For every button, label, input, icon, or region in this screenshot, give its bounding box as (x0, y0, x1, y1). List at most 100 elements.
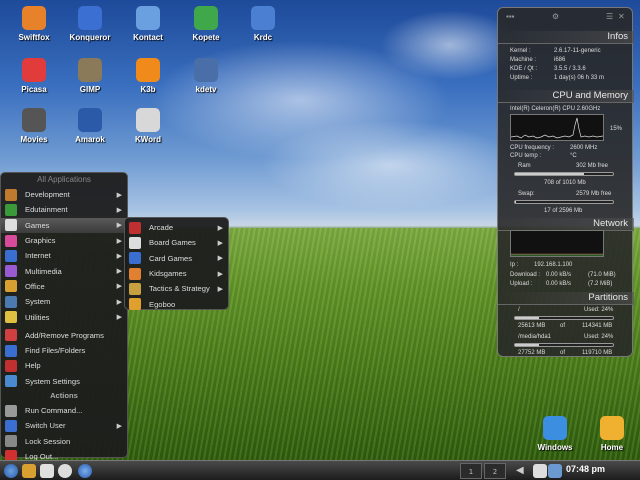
desktop-icon-picasa[interactable]: Picasa (4, 58, 64, 94)
submenu-arrow-icon: ▶ (116, 422, 122, 430)
start-menu: All Applications Development ▶ Edutainment… (0, 172, 128, 463)
kopete-icon (194, 6, 218, 30)
menu-item-label: Find Files/Folders (25, 346, 86, 356)
widget-close-icon[interactable]: ✕ (618, 12, 625, 21)
menu-item-edutainment[interactable]: Edutainment ▶ (1, 202, 127, 217)
menu-item-run-command[interactable]: Run Command... (1, 403, 127, 418)
kmenu-icon[interactable] (4, 464, 18, 478)
menu-item-internet[interactable]: Internet ▶ (1, 248, 127, 263)
menu-item-lock-session[interactable]: Lock Session (1, 433, 127, 448)
menu-item-system[interactable]: System ▶ (1, 294, 127, 309)
desktop-icon-label: Swiftfox (18, 33, 50, 42)
system-settings-icon (5, 375, 17, 388)
desktop-icon-label: kdetv (195, 85, 217, 94)
show-desktop-icon[interactable] (22, 464, 36, 478)
info-key: Uptime : (510, 75, 533, 81)
menu-item-kidsgames[interactable]: Kidsgames ▶ (125, 266, 228, 281)
ram-bar (514, 172, 614, 176)
desktop-icon-gimp[interactable]: GIMP (60, 58, 120, 94)
menu-item-utilities[interactable]: Utilities ▶ (1, 309, 127, 324)
menu-item-development[interactable]: Development ▶ (1, 187, 127, 202)
help-icon (5, 359, 17, 372)
desktop-icon-label: K3b (140, 85, 156, 94)
kidsgames-icon (129, 267, 141, 280)
menu-item-label: Multimedia (25, 266, 62, 276)
menu-item-multimedia[interactable]: Multimedia ▶ (1, 263, 127, 278)
terminal-icon[interactable] (58, 464, 72, 478)
k3b-icon (136, 58, 160, 82)
picasa-icon (22, 58, 46, 82)
menu-item-system-settings[interactable]: System Settings (1, 374, 127, 389)
desktop-icon-movies[interactable]: Movies (4, 108, 64, 144)
menu-item-add-remove-programs[interactable]: Add/Remove Programs (1, 328, 127, 343)
desktop-icon-kontact[interactable]: Kontact (118, 6, 178, 42)
menu-item-egoboo[interactable]: Egoboo (125, 296, 228, 311)
upload-value: 0.00 kB/s (546, 281, 572, 287)
info-key: Kernel : (510, 48, 531, 54)
desktop-icon-konqueror[interactable]: Konqueror (60, 6, 120, 42)
clock[interactable]: 07:48 pm (566, 464, 605, 474)
info-value: i686 (554, 57, 566, 63)
submenu-arrow-icon: ▶ (116, 237, 122, 245)
network-tray-icon[interactable] (548, 464, 562, 478)
widget-config-icon[interactable]: ☰ (606, 12, 613, 21)
games-submenu: Arcade ▶ Board Games ▶ Card Games ▶ Kidsgames ▶… (124, 217, 229, 311)
menu-item-label: Card Games (149, 253, 193, 263)
search-icon[interactable] (78, 464, 92, 478)
menu-item-label: Games (25, 220, 50, 230)
movies-icon (22, 108, 46, 132)
desktop-icon-amarok[interactable]: Amarok (60, 108, 120, 144)
collapse-tray-icon[interactable]: ◀ (516, 464, 524, 478)
desktop-icon-label: Krdc (253, 33, 273, 42)
menu-item-card-games[interactable]: Card Games ▶ (125, 251, 228, 266)
desktop-icon-swiftfox[interactable]: Swiftfox (4, 6, 64, 42)
clipboard-icon[interactable] (533, 464, 547, 478)
home-folder-icon[interactable] (40, 464, 54, 478)
partition-of: of (560, 350, 566, 356)
desktop-icon-label: Kontact (133, 33, 163, 42)
desktop-icon-label: Kopete (192, 33, 220, 42)
konqueror-icon (78, 6, 102, 30)
cpu-graph-line (510, 117, 604, 139)
desktop-icon-windows[interactable]: Windows (525, 416, 585, 452)
desktop-icon-k3b[interactable]: K3b (118, 58, 178, 94)
desktop-icon-krdc[interactable]: Krdc (233, 6, 293, 42)
menu-item-label: Run Command... (25, 406, 83, 415)
menu-item-board-games[interactable]: Board Games ▶ (125, 235, 228, 250)
desktop-icon-kopete[interactable]: Kopete (176, 6, 236, 42)
board-games-icon (129, 236, 141, 249)
folder-icon (543, 416, 567, 440)
partition-used: Used: 24% (584, 334, 614, 340)
desktop-icon-home[interactable]: Home (582, 416, 640, 452)
network-graph-line (511, 253, 603, 256)
widget-settings-icon[interactable]: ⚙ (552, 12, 559, 21)
widget-grip-icon[interactable]: ▪▪▪ (506, 12, 515, 21)
submenu-arrow-icon: ▶ (116, 268, 122, 276)
menu-item-office[interactable]: Office ▶ (1, 279, 127, 294)
submenu-arrow-icon: ▶ (217, 270, 223, 278)
ram-label: Ram (518, 163, 531, 169)
menu-item-find-files-folders[interactable]: Find Files/Folders (1, 343, 127, 358)
menu-item-label: Board Games (149, 238, 196, 248)
run-command-icon (5, 404, 17, 417)
menu-item-help[interactable]: Help (1, 358, 127, 373)
partition-size-used: 25613 MB (518, 323, 546, 329)
games-icon (5, 219, 17, 232)
menu-item-graphics[interactable]: Graphics ▶ (1, 233, 127, 248)
partition-bar (514, 343, 614, 347)
menu-item-switch-user[interactable]: Switch User ▶ (1, 418, 127, 433)
swap-label: Swap: (518, 191, 535, 197)
menu-item-arcade[interactable]: Arcade ▶ (125, 220, 228, 235)
desktop-pager-1[interactable]: 1 (460, 463, 482, 479)
download-total: (71.0 MiB) (588, 272, 616, 278)
partition-mount: /media/hda1 (518, 334, 552, 340)
find-files-folders-icon (5, 344, 17, 357)
desktop-icon-kdetv[interactable]: kdetv (176, 58, 236, 94)
menu-item-tactics-strategy[interactable]: Tactics & Strategy ▶ (125, 281, 228, 296)
info-value: 1 day(s) 06 h 33 m (554, 75, 605, 81)
menu-item-label: Add/Remove Programs (25, 330, 104, 340)
menu-item-label: Lock Session (25, 436, 71, 446)
desktop-pager-2[interactable]: 2 (484, 463, 506, 479)
desktop-icon-kword[interactable]: KWord (118, 108, 178, 144)
menu-item-games[interactable]: Games ▶ (1, 217, 127, 233)
